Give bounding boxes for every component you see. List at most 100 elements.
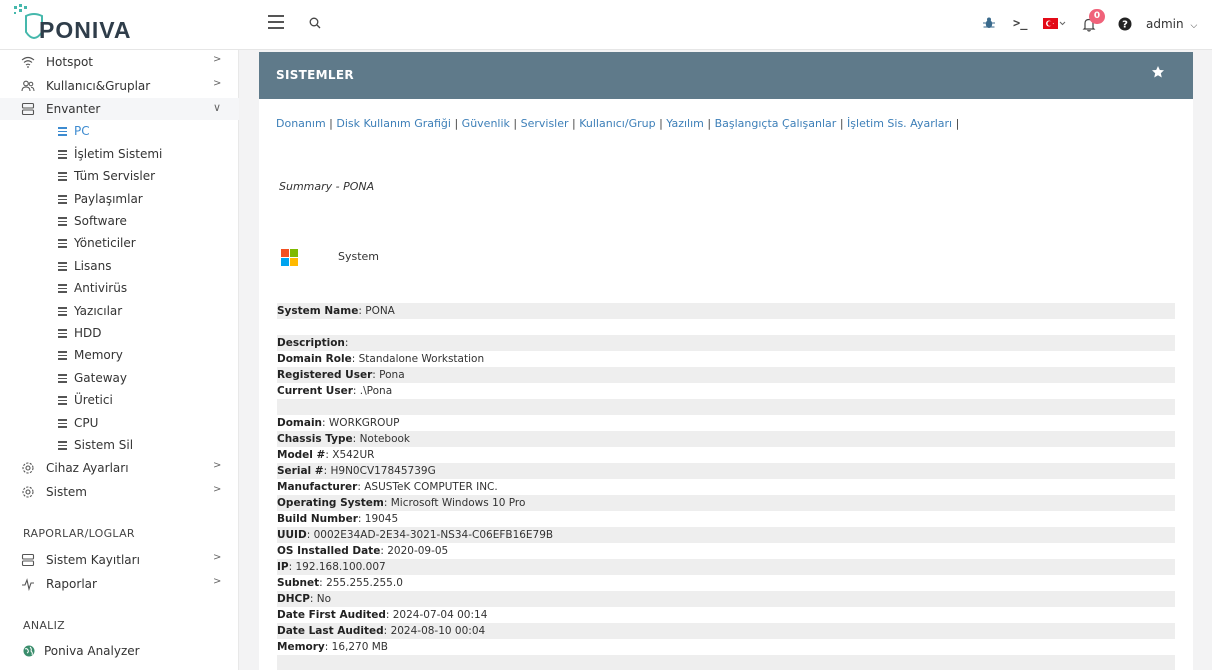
poniva-logo[interactable]: PONIVA <box>12 4 142 48</box>
info-value: .\Pona <box>359 385 393 397</box>
info-row: OS Installed Date: 2020-09-05 <box>277 543 1175 559</box>
star-icon[interactable] <box>1151 65 1165 82</box>
user-menu[interactable]: admin ⌵ <box>1146 17 1197 31</box>
info-value: 0002E34AD-2E34-3021-NS34-C06EFB16E79B <box>313 529 554 541</box>
info-value: H9N0CV17845739G <box>330 465 436 477</box>
tab-user-group[interactable]: Kullanıcı/Grup <box>579 117 655 130</box>
tab-hardware[interactable]: Donanım <box>276 117 326 130</box>
info-row: Domain: WORKGROUP <box>277 415 1175 431</box>
info-value: 2024-08-10 00:04 <box>390 625 486 637</box>
sidebar-subitem-license[interactable]: Lisans <box>0 256 239 277</box>
sidebar-item-system-logs[interactable]: Sistem Kayıtları > <box>0 549 239 571</box>
info-key: OS Installed Date <box>277 545 381 557</box>
info-key: Registered User <box>277 369 373 381</box>
sidebar-subitem-delete-system[interactable]: Sistem Sil <box>0 435 239 456</box>
info-key: DHCP <box>277 593 310 605</box>
info-separator: : <box>385 609 393 621</box>
tab-startup[interactable]: Başlangıçta Çalışanlar <box>715 117 837 130</box>
chevron-right-icon: > <box>213 460 222 471</box>
sidebar-item-hotspot[interactable]: Hotspot > <box>0 51 239 73</box>
language-flag-tr-icon[interactable] <box>1043 18 1067 33</box>
info-value: 255.255.255.0 <box>326 577 403 589</box>
top-header: PONIVA >_ 0 ? admin ⌵ <box>0 0 1212 50</box>
sidebar-subitem-label: Paylaşımlar <box>74 192 143 206</box>
systems-panel: SISTEMLER Donanım | Disk Kullanım Grafiğ… <box>259 52 1193 670</box>
sidebar-subitem-label: Gateway <box>74 371 128 385</box>
section-title-reports: RAPORLAR/LOGLAR <box>23 527 135 540</box>
chevron-right-icon: > <box>213 78 222 89</box>
tab-software[interactable]: Yazılım <box>666 117 704 130</box>
info-value: 16,270 MB <box>331 641 388 653</box>
list-icon <box>58 262 67 273</box>
sidebar-subitem-label: Yazıcılar <box>74 304 123 318</box>
info-row: IP: 192.168.100.007 <box>277 559 1175 575</box>
sidebar-item-device-settings[interactable]: Cihaz Ayarları > <box>0 457 239 479</box>
notification-badge: 0 <box>1089 9 1105 24</box>
info-key: Domain <box>277 417 323 429</box>
info-value: Microsoft Windows 10 Pro <box>390 497 526 509</box>
info-row: Model #: X542UR <box>277 447 1175 463</box>
sidebar: Hotspot > Kullanıcı&Gruplar > Envanter ∨… <box>0 50 239 670</box>
sidebar-subitem-services[interactable]: Tüm Servisler <box>0 166 239 187</box>
list-icon <box>58 195 67 206</box>
sidebar-item-label: Poniva Analyzer <box>44 644 140 658</box>
sidebar-subitem-hdd[interactable]: HDD <box>0 323 239 344</box>
tab-services[interactable]: Servisler <box>521 117 569 130</box>
info-key: Serial # <box>277 465 324 477</box>
sidebar-subitem-memory[interactable]: Memory <box>0 345 239 366</box>
sidebar-subitem-label: PC <box>74 124 90 138</box>
sidebar-subitem-shares[interactable]: Paylaşımlar <box>0 189 239 210</box>
sidebar-subitem-label: Lisans <box>74 259 112 273</box>
sidebar-item-label: Sistem <box>46 485 87 499</box>
sidebar-item-users[interactable]: Kullanıcı&Gruplar > <box>0 75 239 97</box>
menu-toggle-button[interactable] <box>268 15 286 31</box>
info-value: Pona <box>379 369 405 381</box>
bug-icon[interactable] <box>982 16 996 33</box>
sidebar-subitem-os[interactable]: İşletim Sistemi <box>0 144 239 165</box>
info-row <box>277 655 1175 670</box>
chevron-right-icon: > <box>213 484 222 495</box>
sidebar-subitem-pc[interactable]: PC <box>0 121 239 142</box>
list-icon <box>58 329 67 340</box>
user-name: admin <box>1146 17 1184 31</box>
info-value: X542UR <box>332 449 375 461</box>
section-title-analysis: ANALIZ <box>23 619 65 632</box>
info-key: Manufacturer <box>277 481 358 493</box>
info-key: Subnet <box>277 577 320 589</box>
info-row: System Name: PONA <box>277 303 1175 319</box>
sidebar-subitem-printers[interactable]: Yazıcılar <box>0 301 239 322</box>
list-icon <box>58 419 67 430</box>
info-row: Chassis Type: Notebook <box>277 431 1175 447</box>
list-icon <box>58 150 67 161</box>
sidebar-subitem-antivirus[interactable]: Antivirüs <box>0 278 239 299</box>
search-icon[interactable] <box>309 17 321 32</box>
info-key: Current User <box>277 385 353 397</box>
info-key: Date Last Audited <box>277 625 384 637</box>
chevron-right-icon: > <box>213 54 222 65</box>
list-icon <box>58 284 67 295</box>
sidebar-item-inventory[interactable]: Envanter ∨ <box>0 98 239 120</box>
sidebar-item-poniva-analyzer[interactable]: Poniva Analyzer <box>0 640 239 662</box>
sidebar-subitem-admins[interactable]: Yöneticiler <box>0 233 239 254</box>
tab-os-settings[interactable]: İşletim Sis. Ayarları <box>847 117 952 130</box>
sidebar-subitem-software[interactable]: Software <box>0 211 239 232</box>
sidebar-subitem-cpu[interactable]: CPU <box>0 413 239 434</box>
info-key: Date First Audited <box>277 609 386 621</box>
tab-disk-usage[interactable]: Disk Kullanım Grafiği <box>336 117 451 130</box>
sidebar-item-reports[interactable]: Raporlar > <box>0 573 239 595</box>
info-separator: : <box>357 513 365 525</box>
info-key: Model # <box>277 449 326 461</box>
tab-security[interactable]: Güvenlik <box>462 117 510 130</box>
sidebar-item-label: Kullanıcı&Gruplar <box>46 79 151 93</box>
info-key: Build Number <box>277 513 358 525</box>
terminal-icon[interactable]: >_ <box>1013 16 1027 30</box>
sidebar-item-system[interactable]: Sistem > <box>0 481 239 503</box>
help-icon[interactable]: ? <box>1118 17 1132 34</box>
sidebar-subitem-manufacturer[interactable]: Üretici <box>0 390 239 411</box>
sidebar-subitem-label: Memory <box>74 348 123 362</box>
sidebar-subitem-gateway[interactable]: Gateway <box>0 368 239 389</box>
info-key: Memory <box>277 641 325 653</box>
info-row: Manufacturer: ASUSTeK COMPUTER INC. <box>277 479 1175 495</box>
logo-text: PONIVA <box>39 17 132 43</box>
list-icon <box>58 239 67 250</box>
